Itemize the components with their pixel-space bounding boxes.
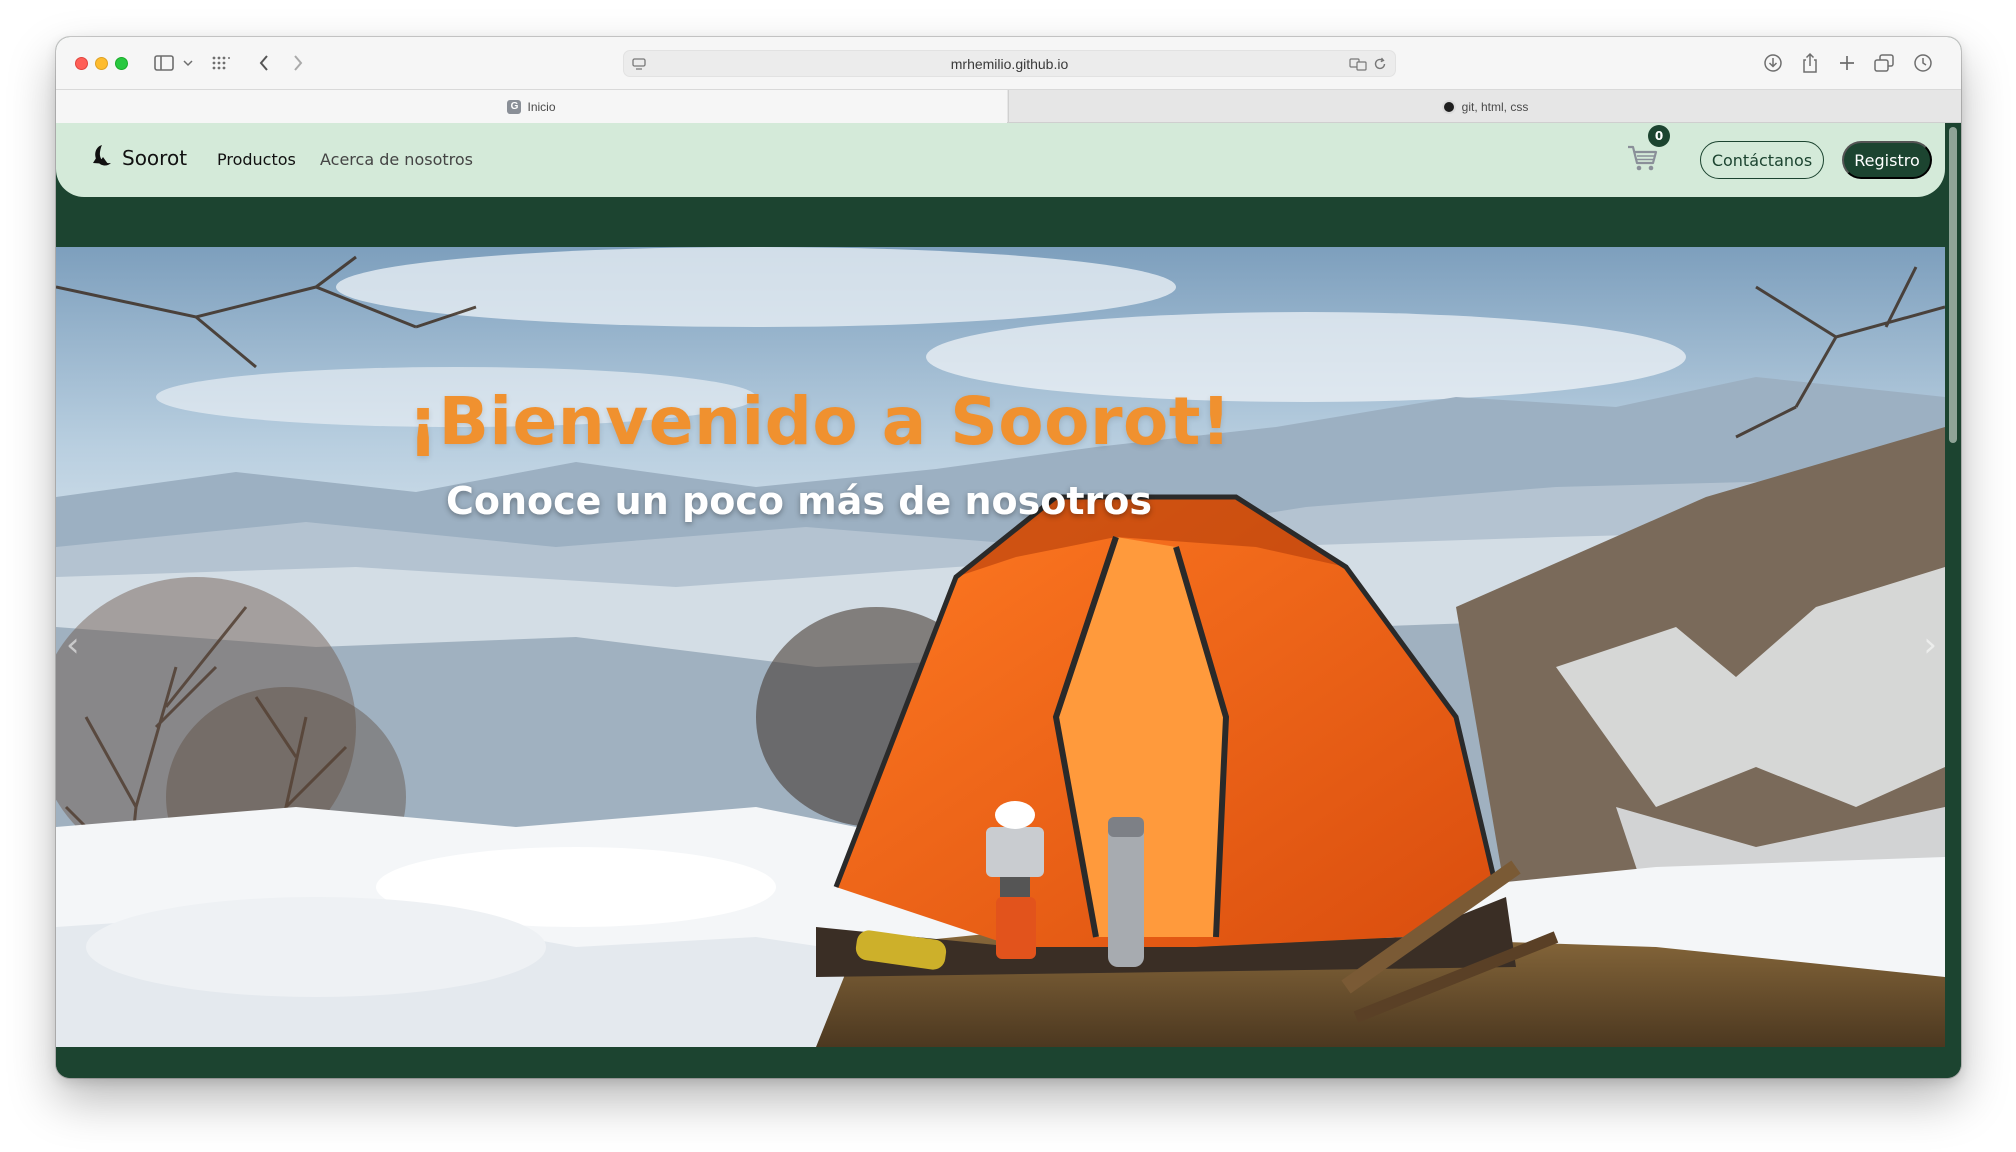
contact-button[interactable]: Contáctanos: [1700, 141, 1824, 179]
url-text: mrhemilio.github.io: [950, 56, 1069, 72]
tab-bar: G Inicio git, html, css: [56, 89, 1961, 123]
hero-carousel: ¡Bienvenido a Soorot! Conoce un poco más…: [56, 247, 1945, 1047]
reload-icon[interactable]: [1373, 56, 1387, 75]
tab-overview-grid-icon[interactable]: [211, 51, 231, 75]
downloads-icon[interactable]: [1762, 51, 1784, 75]
sidebar-toggle-icon[interactable]: [152, 51, 176, 75]
shopping-cart-icon[interactable]: [1626, 143, 1666, 179]
chevron-down-icon[interactable]: [182, 51, 194, 75]
browser-toolbar: mrhemilio.github.io: [56, 37, 1961, 89]
scrollbar-thumb[interactable]: [1949, 127, 1957, 443]
github-icon: [1441, 99, 1456, 114]
tab-label: Inicio: [527, 99, 556, 114]
tab-label: git, html, css: [1461, 99, 1529, 114]
site-navbar: Soorot Productos Acerca de nosotros 0 Co…: [56, 123, 1945, 197]
nav-link-acerca[interactable]: Acerca de nosotros: [320, 150, 473, 169]
cart-count-badge: 0: [1648, 125, 1670, 147]
address-bar[interactable]: mrhemilio.github.io: [623, 50, 1396, 77]
moon-logo-icon: [90, 143, 112, 173]
back-icon[interactable]: [256, 51, 272, 75]
github-pages-icon: G: [507, 99, 522, 114]
minimize-window-button[interactable]: [95, 57, 108, 70]
tab-inicio[interactable]: G Inicio: [56, 90, 1007, 123]
maximize-window-button[interactable]: [115, 57, 128, 70]
tab-git-html-css[interactable]: git, html, css: [1008, 90, 1961, 123]
hero-image: [56, 247, 1945, 1047]
brand[interactable]: Soorot: [90, 143, 187, 173]
share-icon[interactable]: [1800, 51, 1820, 75]
register-button[interactable]: Registro: [1842, 141, 1932, 179]
hero-subtitle: Conoce un poco más de nosotros: [446, 479, 1152, 523]
page-content: Soorot Productos Acerca de nosotros 0 Co…: [56, 123, 1945, 1078]
nav-link-productos[interactable]: Productos: [217, 150, 296, 169]
tabs-overview-icon[interactable]: [1873, 51, 1895, 75]
new-tab-icon[interactable]: [1837, 51, 1857, 75]
chevron-right-icon[interactable]: ›: [1923, 625, 1937, 665]
forward-icon[interactable]: [290, 51, 306, 75]
brand-name: Soorot: [122, 146, 188, 170]
chevron-left-icon[interactable]: ‹: [66, 625, 80, 665]
close-window-button[interactable]: [75, 57, 88, 70]
translate-icon[interactable]: [1349, 56, 1367, 75]
browser-window: mrhemilio.github.io G Inicio git, html, …: [56, 37, 1961, 1078]
history-clock-icon[interactable]: [1912, 51, 1934, 75]
hero-title: ¡Bienvenido a Soorot!: [408, 383, 1232, 460]
